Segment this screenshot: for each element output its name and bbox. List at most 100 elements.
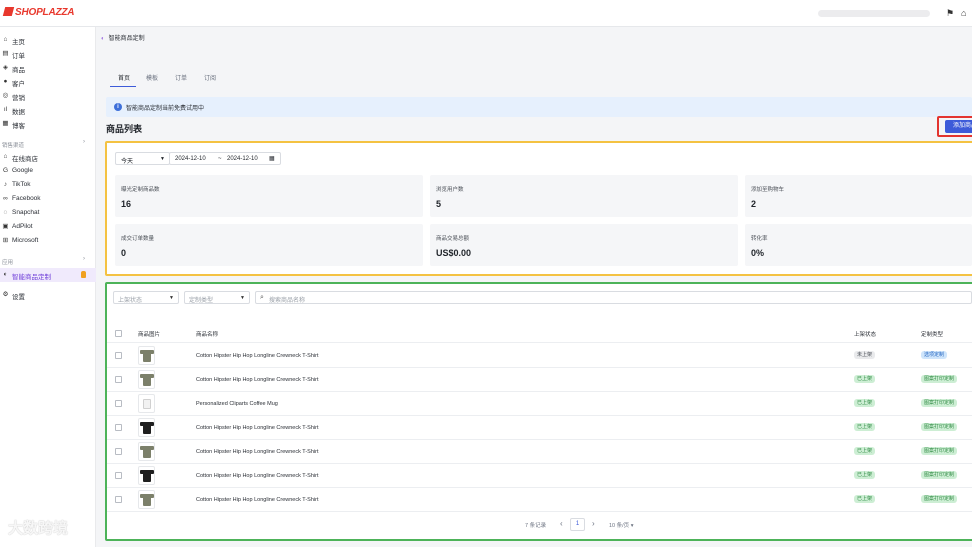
table-row[interactable]: Cotton Hipster Hip Hop Longline Crewneck…	[107, 440, 972, 464]
tshirt-image	[140, 350, 154, 362]
header-image: 商品图片	[138, 332, 161, 338]
sidebar-group-apps[interactable]: 应用	[2, 258, 13, 266]
search-placeholder: 搜索商品名称	[269, 298, 306, 304]
user-icon: ●	[3, 78, 8, 85]
chevron-right-icon[interactable]: ›	[83, 256, 85, 262]
row-checkbox[interactable]	[115, 448, 122, 455]
table-row[interactable]: Personalized Cliparts Coffee Mug 已上架 图案打印定…	[107, 392, 972, 416]
product-name[interactable]: Cotton Hipster Hip Hop Longline Crewneck…	[196, 497, 318, 503]
period-select[interactable]: 今天 ▼	[115, 152, 170, 165]
caret-down-icon: ▼	[240, 295, 245, 301]
sidebar-item-label: 营销	[12, 95, 25, 102]
row-checkbox[interactable]	[115, 496, 122, 503]
product-thumbnail[interactable]	[138, 466, 155, 485]
page-size-select[interactable]: 10 条/页 ▾	[609, 521, 633, 529]
table-row[interactable]: Cotton Hipster Hip Hop Longline Crewneck…	[107, 416, 972, 440]
sidebar-item-label: 主页	[12, 39, 25, 46]
type-badge: 图案打印定制	[921, 399, 958, 407]
google-icon: G	[2, 167, 9, 174]
row-checkbox[interactable]	[115, 352, 122, 359]
table-row[interactable]: Cotton Hipster Hip Hop Longline Crewneck…	[107, 368, 972, 392]
trial-notice-text: 智能商品定制当前免费试用中	[126, 106, 205, 112]
search-input[interactable]: ⌕ 搜索商品名称	[255, 291, 972, 304]
type-badge: 图案打印定制	[921, 471, 958, 479]
chevron-right-icon[interactable]: ›	[83, 139, 85, 145]
row-checkbox[interactable]	[115, 400, 122, 407]
type-filter-select[interactable]: 定制类型 ▼	[184, 291, 250, 304]
stat-value: 16	[121, 199, 132, 209]
store-name-blurred[interactable]	[818, 10, 930, 17]
sidebar-item-4[interactable]: ◎ 营销	[0, 89, 96, 103]
tag-icon: ◈	[3, 64, 8, 71]
sidebar-channel-0[interactable]: ⌂ 在线商店	[0, 150, 96, 164]
shoplazza-logo[interactable]: SHOPLAZZA	[2, 7, 75, 18]
select-all-checkbox[interactable]	[115, 330, 122, 337]
sidebar-item-label: 商品	[12, 67, 25, 74]
table-row[interactable]: Cotton Hipster Hip Hop Longline Crewneck…	[107, 344, 972, 368]
date-separator: ~	[218, 156, 222, 162]
product-name[interactable]: Cotton Hipster Hip Hop Longline Crewneck…	[196, 353, 318, 359]
product-thumbnail[interactable]	[138, 442, 155, 461]
product-name[interactable]: Cotton Hipster Hip Hop Longline Crewneck…	[196, 473, 318, 479]
sidebar-channel-2[interactable]: ♪ TikTok	[0, 178, 96, 192]
row-checkbox[interactable]	[115, 376, 122, 383]
header-status: 上架状态	[854, 332, 877, 338]
sidebar-group-channels[interactable]: 销售渠道	[2, 141, 24, 149]
sidebar-channel-3[interactable]: ∞ Facebook	[0, 192, 96, 206]
next-page-button[interactable]: ›	[592, 519, 595, 528]
tab-subscription[interactable]: 订阅	[204, 73, 216, 89]
tshirt-image	[140, 422, 154, 434]
sidebar-item-5[interactable]: ıl 数据	[0, 103, 96, 117]
status-badge: 已上架	[854, 495, 876, 503]
sidebar-item-0[interactable]: ⌂ 主页	[0, 33, 96, 47]
tiktok-icon: ♪	[3, 181, 8, 188]
date-range-picker[interactable]: 2024-12-10 ~ 2024-12-10 ▦	[169, 152, 281, 165]
add-product-button[interactable]: 添加商品	[945, 120, 972, 133]
sidebar-item-label: 数据	[12, 109, 25, 116]
product-name[interactable]: Cotton Hipster Hip Hop Longline Crewneck…	[196, 425, 318, 431]
product-name[interactable]: Personalized Cliparts Coffee Mug	[196, 401, 278, 407]
current-page-button[interactable]: 1	[570, 518, 585, 531]
sidebar-item-2[interactable]: ◈ 商品	[0, 61, 96, 75]
sidebar-app-custom-product[interactable]: ◐ 智能商品定制	[0, 268, 96, 282]
sidebar-channel-6[interactable]: ⊞ Microsoft	[0, 234, 96, 248]
row-checkbox[interactable]	[115, 424, 122, 431]
table-row[interactable]: Cotton Hipster Hip Hop Longline Crewneck…	[107, 464, 972, 488]
product-thumbnail[interactable]	[138, 370, 155, 389]
row-checkbox[interactable]	[115, 472, 122, 479]
sidebar-item-1[interactable]: ▤ 订单	[0, 47, 96, 61]
date-end: 2024-12-10	[227, 156, 258, 162]
sidebar-channel-1[interactable]: G Google	[0, 164, 96, 178]
tab-orders[interactable]: 订单	[175, 73, 187, 89]
type-badge: 图案打印定制	[921, 375, 958, 383]
pin-icon[interactable]	[81, 271, 86, 278]
product-name[interactable]: Cotton Hipster Hip Hop Longline Crewneck…	[196, 449, 318, 455]
sidebar-item-settings[interactable]: ⚙ 设置	[0, 288, 96, 302]
product-name[interactable]: Cotton Hipster Hip Hop Longline Crewneck…	[196, 377, 318, 383]
store-icon[interactable]: ⌂	[961, 8, 971, 18]
tab-templates[interactable]: 模板	[146, 73, 158, 89]
sidebar-channel-4[interactable]: ◌ Snapchat	[0, 206, 96, 220]
snapchat-icon: ◌	[3, 209, 8, 216]
flag-icon[interactable]: ⚑	[946, 8, 956, 18]
stat-value: 5	[436, 199, 442, 209]
product-thumbnail[interactable]	[138, 418, 155, 437]
product-thumbnail[interactable]	[138, 394, 155, 413]
sidebar-item-3[interactable]: ● 客户	[0, 75, 96, 89]
sidebar-channel-5[interactable]: ▣ AdPilot	[0, 220, 96, 234]
stat-label: 浏览用户数	[436, 187, 464, 193]
product-thumbnail[interactable]	[138, 346, 155, 365]
sidebar-item-label: TikTok	[12, 181, 31, 188]
sidebar-item-label: AdPilot	[12, 223, 33, 230]
blog-icon: ▦	[2, 120, 9, 127]
sidebar-item-label: 智能商品定制	[12, 274, 51, 281]
tshirt-image	[140, 374, 154, 386]
tshirt-image	[140, 446, 154, 458]
status-filter-select[interactable]: 上架状态 ▼	[113, 291, 179, 304]
stat-value: US$0.00	[436, 248, 472, 258]
table-row[interactable]: Cotton Hipster Hip Hop Longline Crewneck…	[107, 488, 972, 512]
product-thumbnail[interactable]	[138, 490, 155, 509]
prev-page-button[interactable]: ‹	[560, 519, 563, 528]
stat-card-visitors: 浏览用户数 5	[430, 175, 738, 217]
sidebar-item-6[interactable]: ▦ 博客	[0, 117, 96, 131]
